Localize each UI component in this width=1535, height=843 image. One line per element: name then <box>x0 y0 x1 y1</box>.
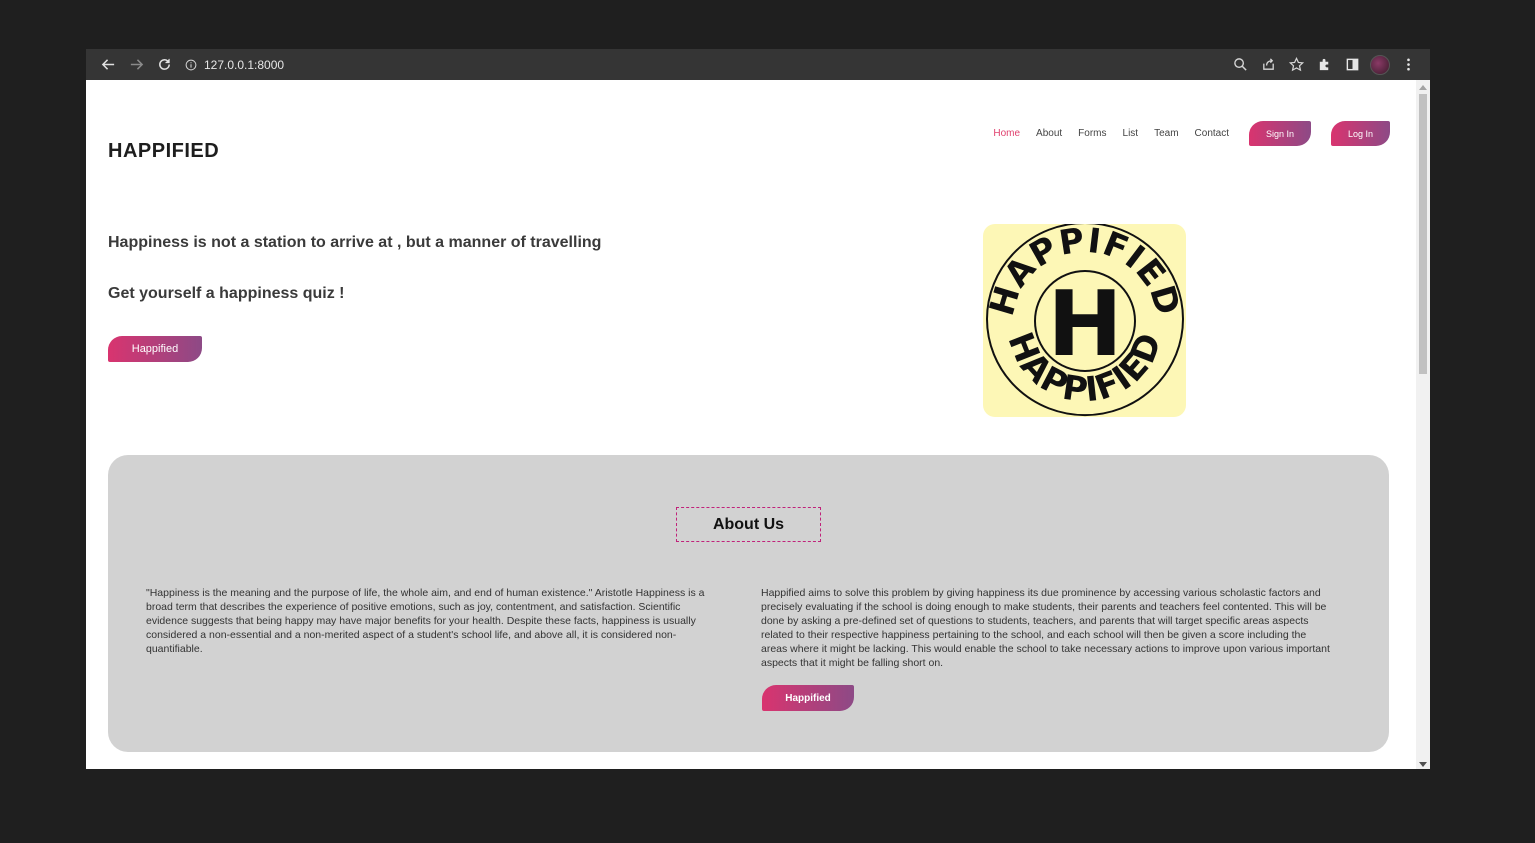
nav-contact[interactable]: Contact <box>1195 128 1229 139</box>
nav-home[interactable]: Home <box>993 128 1020 139</box>
menu-kebab-icon[interactable] <box>1394 51 1422 79</box>
about-left-text: "Happiness is the meaning and the purpos… <box>146 587 705 655</box>
profile-avatar[interactable] <box>1370 54 1390 75</box>
hero-happified-button[interactable]: Happified <box>108 336 202 362</box>
back-arrow-icon[interactable] <box>94 51 122 79</box>
extensions-puzzle-icon[interactable] <box>1310 51 1338 79</box>
nav-forms[interactable]: Forms <box>1078 128 1106 139</box>
about-right-text: Happified aims to solve this problem by … <box>761 587 1330 669</box>
scroll-up-arrow-icon[interactable] <box>1419 85 1427 90</box>
forward-arrow-icon[interactable] <box>122 51 150 79</box>
zoom-icon[interactable] <box>1226 51 1254 79</box>
vertical-scrollbar[interactable] <box>1416 80 1430 769</box>
logo-letter: H <box>1047 272 1122 377</box>
page-viewport: HAPPIFIED Home About Forms List Team Con… <box>86 80 1430 769</box>
bookmark-star-icon[interactable] <box>1282 51 1310 79</box>
happified-logo: HAPPIFIED HAPPIFIED H <box>982 220 1187 417</box>
site-info-icon[interactable] <box>182 56 200 74</box>
nav-team[interactable]: Team <box>1154 128 1178 139</box>
scroll-thumb[interactable] <box>1419 94 1427 374</box>
brand-title[interactable]: HAPPIFIED <box>108 140 219 163</box>
scroll-down-arrow-icon[interactable] <box>1419 762 1427 767</box>
sign-in-button[interactable]: Sign In <box>1249 121 1311 146</box>
nav-list[interactable]: List <box>1123 128 1139 139</box>
log-in-button[interactable]: Log In <box>1331 121 1390 146</box>
about-happified-button[interactable]: Happified <box>762 685 854 711</box>
share-icon[interactable] <box>1254 51 1282 79</box>
hero-quote: Happiness is not a station to arrive at … <box>108 234 602 251</box>
nav-about[interactable]: About <box>1036 128 1062 139</box>
browser-toolbar: 127.0.0.1:8000 <box>86 49 1430 80</box>
address-bar[interactable]: 127.0.0.1:8000 <box>182 53 284 77</box>
about-title: About Us <box>676 507 821 542</box>
reload-icon[interactable] <box>150 51 178 79</box>
hero-quiz-text: Get yourself a happiness quiz ! <box>108 285 345 302</box>
browser-window: 127.0.0.1:8000 HAPPIFIED Home About Form… <box>86 49 1430 769</box>
url-text[interactable]: 127.0.0.1:8000 <box>204 58 284 72</box>
logo-seal-icon: HAPPIFIED HAPPIFIED H <box>982 220 1187 417</box>
main-nav: Home About Forms List Team Contact Sign … <box>993 121 1390 146</box>
side-panel-icon[interactable] <box>1338 51 1366 79</box>
about-section: About Us "Happiness is the meaning and t… <box>108 455 1389 752</box>
